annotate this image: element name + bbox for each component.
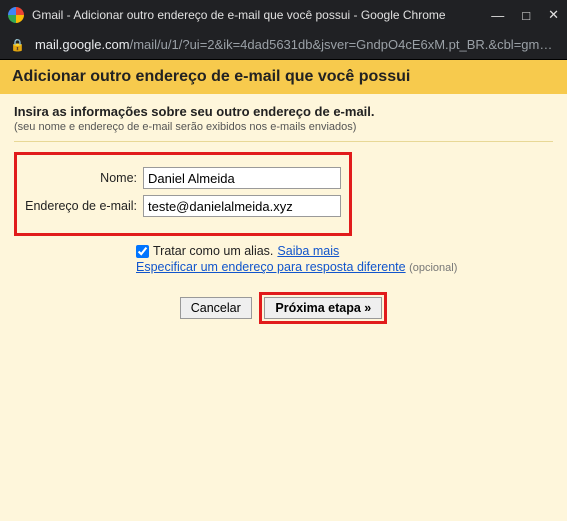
next-button-highlight: Próxima etapa » [259,292,387,324]
page-title: Adicionar outro endereço de e-mail que v… [0,60,567,94]
email-label: Endereço de e-mail: [25,199,143,213]
instruction-main: Insira as informações sobre seu outro en… [14,104,553,119]
window-titlebar: Gmail - Adicionar outro endereço de e-ma… [0,0,567,30]
page-body: Adicionar outro endereço de e-mail que v… [0,60,567,521]
cancel-button[interactable]: Cancelar [180,297,252,319]
instruction-sub: (seu nome e endereço de e-mail serão exi… [14,121,553,133]
lock-icon: 🔒 [10,38,25,52]
alias-learn-more-link[interactable]: Saiba mais [277,244,339,258]
window-title: Gmail - Adicionar outro endereço de e-ma… [32,8,491,22]
window-maximize-button[interactable]: □ [522,8,530,23]
url-text: mail.google.com/mail/u/1/?ui=2&ik=4dad56… [35,37,557,52]
form-highlight-box: Nome: Endereço de e-mail: [14,152,352,236]
next-step-button[interactable]: Próxima etapa » [264,297,382,319]
divider [14,141,553,142]
alias-label: Tratar como um alias. [153,244,273,258]
url-path: /mail/u/1/?ui=2&ik=4dad5631db&jsver=Gndp… [130,37,557,52]
name-label: Nome: [25,171,143,185]
window-minimize-button[interactable]: — [491,8,504,23]
reply-address-link[interactable]: Especificar um endereço para resposta di… [136,260,406,274]
alias-checkbox[interactable] [136,245,149,258]
address-bar[interactable]: 🔒 mail.google.com/mail/u/1/?ui=2&ik=4dad… [0,30,567,60]
chrome-icon [8,7,24,23]
email-input[interactable] [143,195,341,217]
optional-label: (opcional) [409,262,457,274]
name-input[interactable] [143,167,341,189]
url-host: mail.google.com [35,37,130,52]
window-close-button[interactable]: ✕ [548,7,559,23]
